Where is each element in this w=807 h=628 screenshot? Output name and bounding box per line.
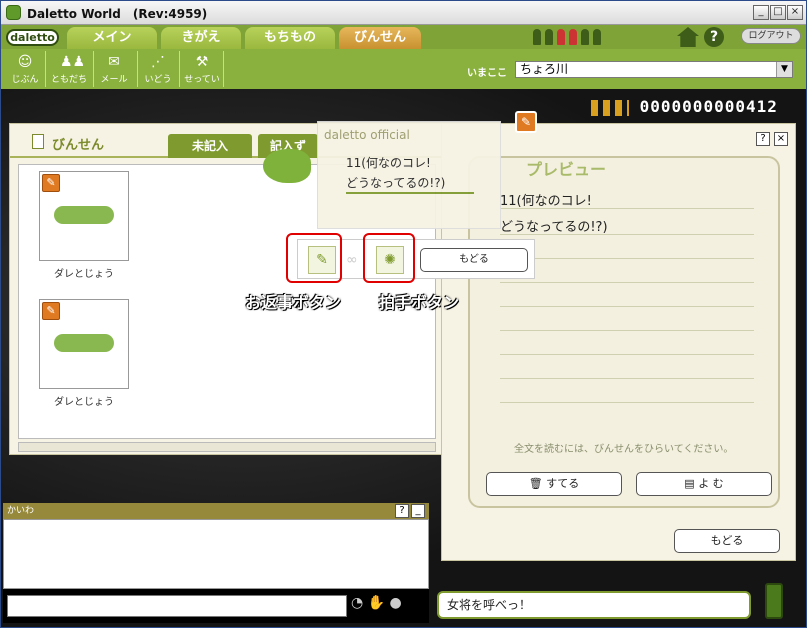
letter-card[interactable]: ✎ (39, 299, 129, 389)
read-button[interactable]: ▤ よ む (636, 472, 772, 496)
maximize-button[interactable]: □ (770, 5, 786, 20)
popup-sender: daletto official (324, 128, 410, 142)
mail-icon: ✉ (108, 54, 120, 70)
location-value: ちょろ川 (520, 62, 569, 76)
app-icon (6, 5, 21, 20)
discard-button[interactable]: 🗑 すてる (486, 472, 622, 496)
read-label: よ む (698, 477, 724, 490)
tool-label: ともだち (50, 75, 87, 85)
preview-title: プレビュー (526, 160, 607, 179)
reply-highlight (286, 233, 342, 283)
discard-label: すてる (546, 477, 580, 490)
preview-line: どうなってるの!?) (500, 220, 608, 235)
help-button[interactable]: ? (756, 132, 770, 146)
tool-label: せってい (184, 75, 220, 85)
fish-decoration (263, 149, 311, 183)
counter-value: 0000000000412 (639, 97, 778, 116)
tool-settei[interactable]: ⚒ せってい (183, 49, 221, 89)
tool-label: いどう (144, 75, 172, 85)
tool-label: メール (100, 75, 128, 85)
help-icon[interactable]: ? (704, 27, 724, 47)
logout-button[interactable]: ログアウト (741, 28, 801, 44)
link-icon: ∞ (346, 252, 358, 268)
people-counter-icon (591, 99, 629, 116)
people-icon (533, 29, 633, 47)
document-icon (32, 134, 44, 149)
tab-main[interactable]: メイン (67, 27, 157, 49)
tool-mail[interactable]: ✉ メール (97, 49, 131, 89)
tool-jibun[interactable]: ☺ じぶん (7, 49, 43, 89)
emote-icons[interactable]: ◔ ✋ ● (351, 595, 423, 617)
letter-image (54, 206, 114, 224)
trash-icon: 🗑 (528, 477, 547, 490)
chat-log (3, 519, 429, 589)
preview-paper: プレビュー 11(何なのコレ! どうなってるの!?) 全文を読むには、びんせんを… (468, 156, 780, 508)
edit-icon: ✎ (42, 174, 60, 192)
panel-close-button[interactable]: × (774, 132, 788, 146)
tool-label: じぶん (11, 75, 39, 85)
tab-kigae[interactable]: きがえ (161, 27, 241, 49)
daletto-logo: daletto (6, 29, 59, 46)
back-button[interactable]: もどる (674, 529, 780, 553)
preview-line: 11(何なのコレ! (500, 194, 592, 209)
toolbar: ☺ じぶん ♟♟ ともだち ✉ メール ⋰ いどう ⚒ せってい いまここ ちょろ川 ▼ (1, 49, 806, 89)
clap-highlight (363, 233, 415, 283)
tool-tomodachi[interactable]: ♟♟ ともだち (49, 49, 89, 89)
person-icon: ☺ (17, 54, 33, 70)
wrench-icon: ⚒ (195, 54, 209, 70)
panel-title: びんせん (52, 138, 105, 153)
title-bar: Daletto World (Rev:4959) _ □ × (1, 1, 806, 25)
close-button[interactable]: × (787, 5, 803, 20)
tab-binsen[interactable]: びんせん (339, 27, 421, 49)
home-icon[interactable] (677, 27, 699, 47)
phone-icon[interactable] (765, 583, 783, 619)
window-title: Daletto World (Rev:4959) (27, 7, 208, 21)
letter-popup: daletto official 11(何なのコレ! どうなってるの!?) (317, 121, 501, 229)
chat-help-button[interactable]: ? (395, 504, 409, 518)
horizontal-scrollbar[interactable] (18, 442, 436, 452)
popup-line: どうなってるの!?) (346, 176, 446, 190)
chat-minimize-button[interactable]: _ (411, 504, 425, 518)
preview-hint: 全文を読むには、びんせんをひらいてください。 (514, 444, 734, 455)
clap-annotation: 拍手ボタン (379, 293, 460, 312)
move-icon: ⋰ (151, 54, 165, 70)
document-icon: ▤ (684, 477, 699, 490)
reply-annotation: お返事ボタン (245, 293, 342, 312)
tab-unwritten[interactable]: 未記入 (168, 134, 252, 158)
chat-title: かいわ (3, 503, 429, 519)
letter-label: ダレとじょう (54, 397, 114, 408)
tool-idou[interactable]: ⋰ いどう (141, 49, 175, 89)
letter-card[interactable]: ✎ (39, 171, 129, 261)
chevron-down-icon[interactable]: ▼ (776, 62, 792, 77)
tab-mochimono[interactable]: もちもの (245, 27, 335, 49)
popup-back-button[interactable]: もどる (420, 248, 528, 272)
location-select[interactable]: ちょろ川 ▼ (515, 61, 793, 78)
letter-image (54, 334, 114, 352)
popup-line: 11(何なのコレ! (346, 156, 431, 170)
point-counter: 0000000000412 (591, 97, 801, 119)
letter-label: ダレとじょう (54, 269, 114, 280)
npc-message: 女将を呼べっ！ (437, 591, 751, 619)
location-label: いまここ (467, 68, 507, 79)
chat-input[interactable] (7, 595, 347, 617)
friends-icon: ♟♟ (60, 54, 86, 70)
main-nav: daletto メイン きがえ もちもの びんせん ? ログアウト (1, 25, 806, 49)
edit-icon: ✎ (42, 302, 60, 320)
edit-icon[interactable]: ✎ (515, 111, 537, 133)
app-window: Daletto World (Rev:4959) _ □ × daletto メ… (0, 0, 807, 628)
minimize-button[interactable]: _ (753, 5, 769, 20)
